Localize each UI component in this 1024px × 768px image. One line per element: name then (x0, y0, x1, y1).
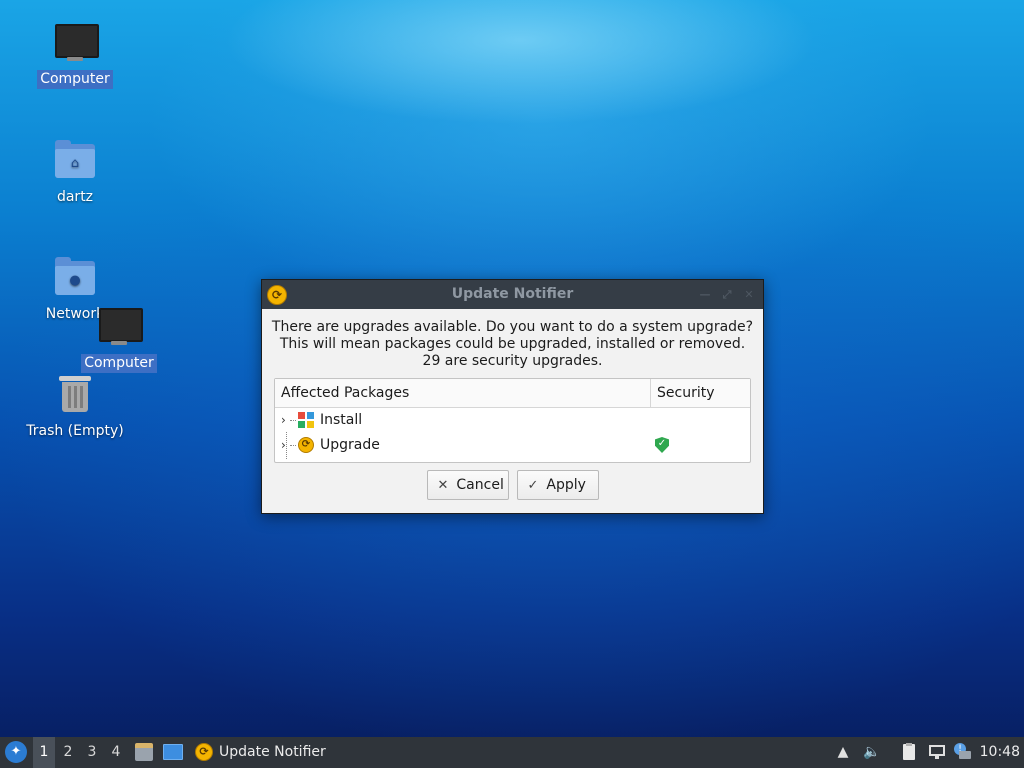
table-row-upgrade[interactable]: › ⟳ Upgrade ✓ (275, 433, 750, 458)
workspace-1[interactable]: 1 (33, 737, 55, 768)
message-line: There are upgrades available. Do you wan… (271, 319, 754, 335)
file-manager-icon[interactable] (134, 743, 154, 761)
taskbar-item-update-notifier[interactable]: ⟳ Update Notifier (191, 737, 326, 768)
minimize-icon[interactable]: — (699, 289, 711, 300)
dialog-buttons: ✕ Cancel ✓ Apply (262, 470, 763, 500)
desktop-icon-computer[interactable]: Computer (20, 18, 130, 89)
computer-icon (51, 18, 99, 66)
checkmark-icon: ✓ (527, 477, 539, 493)
row-label: Upgrade (320, 437, 380, 453)
network-folder-icon: ● (51, 253, 99, 301)
close-icon: ✕ (437, 477, 449, 493)
apply-button[interactable]: ✓ Apply (516, 470, 599, 500)
tray-expand-icon[interactable]: ▲ (834, 743, 852, 761)
table-row-install[interactable]: › Install (275, 408, 750, 433)
message-line: 29 are security upgrades. (422, 353, 603, 369)
desktop-icon-home-folder[interactable]: ⌂ dartz (20, 136, 130, 207)
desktop-icon-computer-dragged[interactable]: Computer (64, 302, 174, 373)
close-icon[interactable]: ✕ (743, 289, 755, 300)
home-folder-icon: ⌂ (51, 136, 99, 184)
tree-connector (290, 420, 296, 421)
clipboard-icon[interactable] (900, 743, 918, 761)
upgrade-packages-icon: ⟳ (298, 437, 314, 453)
taskbar: ✦ 1 2 3 4 ⟳ Update Notifier ▲ 🔈 ! 10:48 (0, 737, 1024, 768)
row-label: Install (320, 412, 363, 428)
desktop-icon-label: Trash (Empty) (26, 423, 124, 439)
desktop-icon-trash[interactable]: Trash (Empty) (20, 370, 130, 441)
show-desktop-icon[interactable] (163, 743, 183, 761)
dialog-message: There are upgrades available. Do you wan… (262, 319, 763, 370)
taskbar-item-label: Update Notifier (219, 744, 326, 760)
volume-icon[interactable]: 🔈 (863, 743, 881, 761)
desktop-icon-label: Computer (37, 70, 113, 89)
clock[interactable]: 10:48 (980, 737, 1020, 768)
apply-button-label: Apply (546, 477, 586, 493)
workspace-3[interactable]: 3 (81, 737, 103, 768)
workspace-2[interactable]: 2 (57, 737, 79, 768)
shield-check-icon: ✓ (655, 437, 669, 453)
start-menu-icon[interactable]: ✦ (5, 741, 27, 763)
tree-connector (290, 445, 296, 446)
maximize-icon[interactable]: ⤢ (721, 289, 733, 300)
table-header: Affected Packages Security (275, 379, 750, 408)
network-icon[interactable] (928, 743, 946, 761)
message-line: This will mean packages could be upgrade… (279, 336, 746, 352)
cancel-button[interactable]: ✕ Cancel (426, 470, 509, 500)
update-notifier-dialog: ⟳ Update Notifier — ⤢ ✕ There are upgrad… (261, 279, 764, 514)
column-header-affected-packages[interactable]: Affected Packages (275, 379, 651, 407)
install-packages-icon (298, 412, 314, 428)
update-notification-icon[interactable]: ! (953, 743, 971, 761)
workspace-4[interactable]: 4 (105, 737, 127, 768)
trash-icon (51, 370, 99, 418)
cancel-button-label: Cancel (456, 477, 504, 493)
update-notifier-icon: ⟳ (267, 285, 287, 305)
update-notifier-icon: ⟳ (195, 743, 213, 761)
dialog-title: Update Notifier (451, 286, 574, 302)
column-header-security[interactable]: Security (651, 379, 750, 407)
affected-packages-table: Affected Packages Security › Install › ⟳… (274, 378, 751, 463)
computer-icon (95, 302, 143, 350)
dialog-titlebar[interactable]: ⟳ Update Notifier — ⤢ ✕ (262, 280, 763, 309)
desktop-icon-label: dartz (56, 189, 94, 205)
